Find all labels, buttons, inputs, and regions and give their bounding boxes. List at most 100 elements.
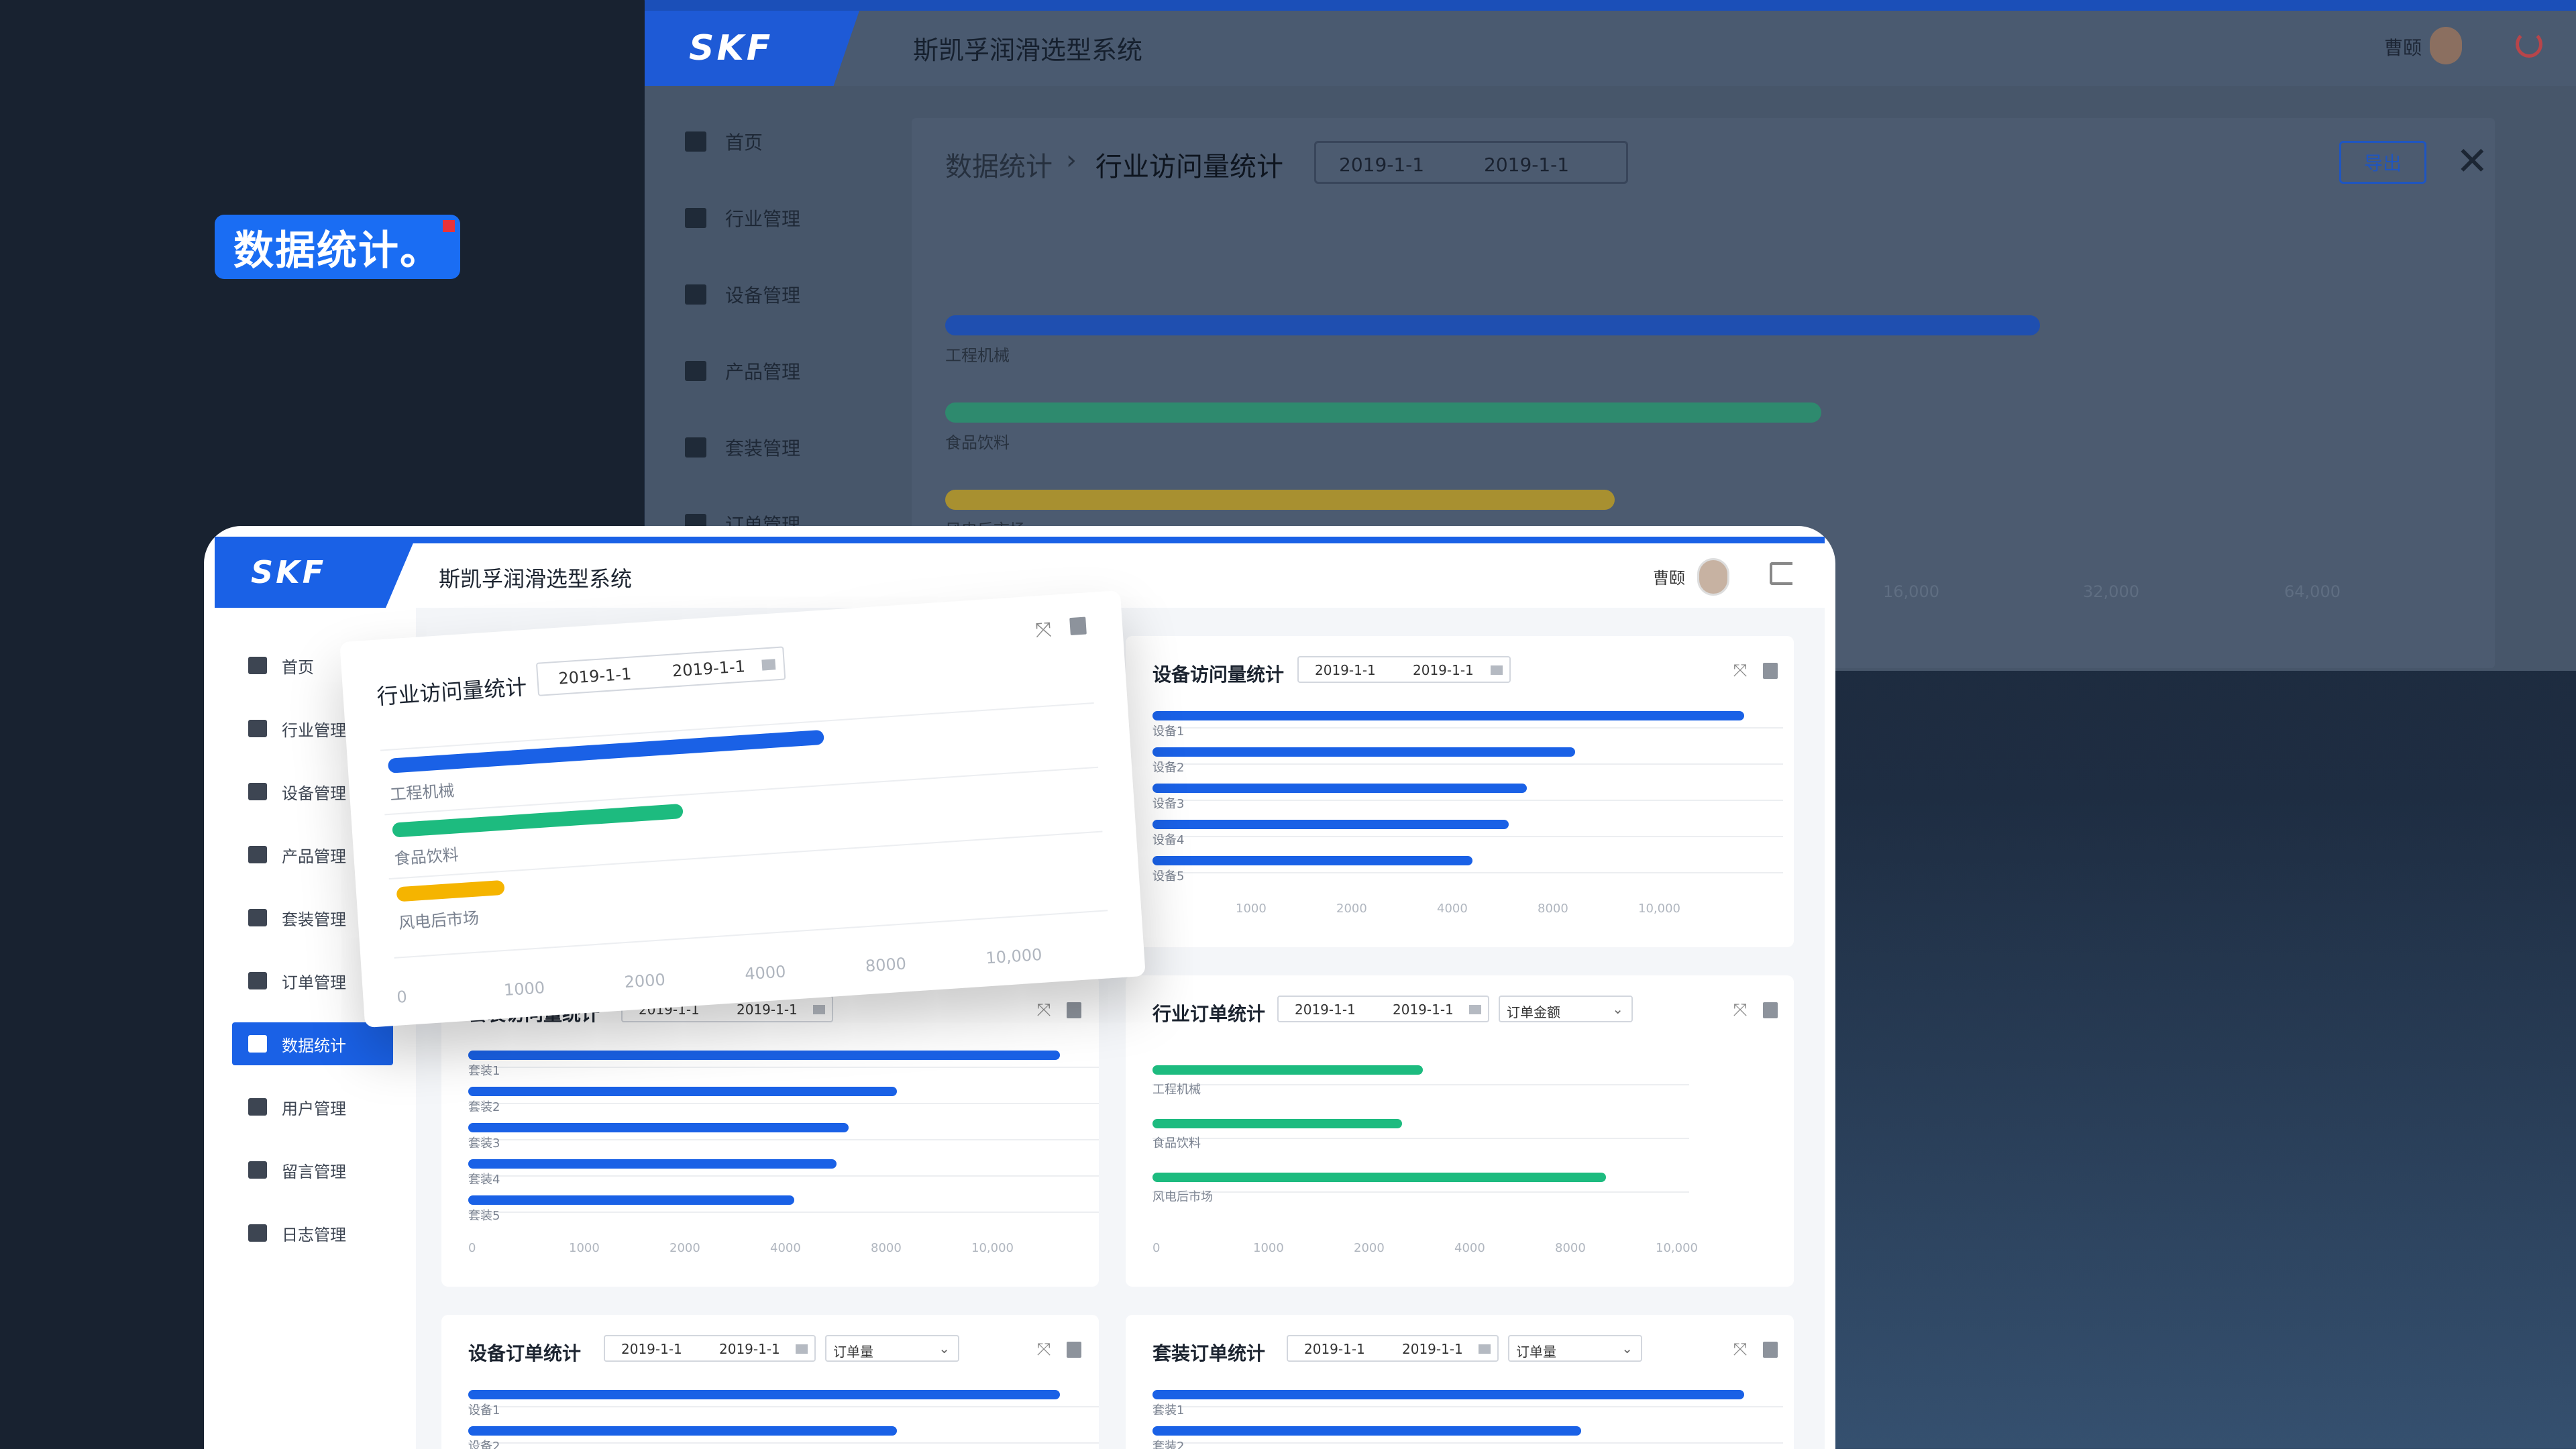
- bar-label: 套装4: [468, 1173, 500, 1187]
- chevron-down-icon: ⌄: [1621, 1340, 1633, 1356]
- sidebar-item-label: 设备管理: [282, 784, 346, 803]
- axis-tick: 8000: [1555, 1241, 1586, 1255]
- app-title: 斯凯孚润滑选型系统: [439, 566, 633, 592]
- axis-tick: 4000: [744, 962, 787, 984]
- date-range-picker[interactable]: 2019-1-1 2019-1-1: [1314, 141, 1628, 184]
- date-range-picker[interactable]: 2019-1-1 2019-1-1: [1297, 656, 1511, 683]
- box-icon: [685, 361, 706, 381]
- sidebar-item-label: 订单管理: [282, 973, 346, 992]
- sidebar-item[interactable]: 留言管理: [232, 1148, 393, 1191]
- fullscreen-icon[interactable]: ⤧: [1036, 1002, 1052, 1019]
- user-name: 曹颐: [1653, 569, 1685, 588]
- calendar-icon: [796, 1344, 808, 1354]
- export-icon[interactable]: [1067, 1342, 1081, 1358]
- sidebar-item-label: 设备管理: [725, 284, 801, 307]
- fullscreen-icon[interactable]: ⤧: [1732, 662, 1748, 680]
- axis-tick: 8000: [871, 1241, 902, 1255]
- date-range-picker[interactable]: 2019-1-1 2019-1-1: [1277, 996, 1489, 1022]
- date-end: 2019-1-1: [1484, 154, 1570, 176]
- axis-tick: 0: [468, 1241, 476, 1255]
- skf-logo: SKF: [645, 11, 859, 86]
- bar: [392, 803, 684, 838]
- breadcrumb-parent[interactable]: 数据统计: [945, 145, 1053, 184]
- bar-chart-icon: [248, 1035, 267, 1053]
- sidebar-item-label: 首页: [282, 657, 314, 677]
- bar: [387, 729, 824, 773]
- grid-line: [1152, 800, 1783, 801]
- grid-line: [1152, 1442, 1783, 1444]
- bar-label: 风电后市场: [398, 908, 480, 933]
- bar-label: 套装1: [1152, 1403, 1185, 1417]
- grid-line: [468, 1406, 1099, 1407]
- sidebar-item-label: 数据统计: [282, 1036, 346, 1055]
- avatar[interactable]: [2430, 27, 2462, 64]
- export-icon[interactable]: [1763, 1002, 1778, 1018]
- sidebar-item-label: 用户管理: [282, 1099, 346, 1118]
- sidebar-item[interactable]: 产品管理: [685, 354, 800, 388]
- bar: [1152, 1426, 1581, 1436]
- axis-tick: 10,000: [1656, 1241, 1698, 1255]
- axis-tick: 10,000: [971, 1241, 1014, 1255]
- chart-card-industry-orders: 行业订单统计 2019-1-1 2019-1-1 订单金额 ⌄ ⤧ 工程机械 食品…: [1126, 975, 1794, 1287]
- calendar-icon: [1469, 1005, 1481, 1014]
- export-icon[interactable]: [1067, 1002, 1081, 1018]
- bar-label: 食品饮料: [945, 433, 1010, 452]
- chart-card-package-orders: 套装订单统计 2019-1-1 2019-1-1 订单量 ⌄ ⤧ 套装1 套装2: [1126, 1315, 1794, 1449]
- box-icon: [248, 846, 267, 863]
- card-title: 套装订单统计: [1152, 1342, 1266, 1364]
- axis-tick: 16,000: [1883, 582, 1939, 601]
- fullscreen-icon[interactable]: ⤧: [1036, 1341, 1052, 1358]
- date-start: 2019-1-1: [1339, 154, 1425, 176]
- chart-card-industry-visits: 行业访问量统计 2019-1-1 2019-1-1 ⤧ 工程机械 食品饮料 风电后市…: [339, 590, 1146, 1028]
- axis-tick: 10,000: [1638, 902, 1680, 916]
- bar-label: 套装2: [1152, 1440, 1185, 1449]
- server-icon: [685, 284, 706, 305]
- sidebar-item[interactable]: 设备管理: [685, 278, 800, 311]
- sidebar-item-label: 首页: [725, 131, 763, 154]
- export-icon[interactable]: [1763, 663, 1778, 679]
- grid-line: [1152, 872, 1783, 873]
- card-title: 设备订单统计: [468, 1342, 582, 1364]
- sidebar-item[interactable]: 日志管理: [232, 1212, 393, 1254]
- bar-label: 设备2: [468, 1440, 500, 1449]
- sidebar-item[interactable]: 数据统计: [232, 1022, 393, 1065]
- briefcase-icon: [248, 720, 267, 737]
- card-title: 设备访问量统计: [1152, 663, 1285, 686]
- bar-label: 食品饮料: [393, 845, 460, 869]
- axis-tick: 8000: [865, 954, 907, 976]
- export-icon[interactable]: [1763, 1342, 1778, 1358]
- sidebar-item[interactable]: 首页: [685, 125, 763, 158]
- briefcase-icon: [685, 208, 706, 228]
- server-icon: [248, 783, 267, 800]
- bar: [945, 490, 1615, 510]
- bar: [1152, 1065, 1423, 1075]
- bar: [468, 1087, 897, 1096]
- axis-tick: 64,000: [2284, 582, 2341, 601]
- sidebar-item[interactable]: 行业管理: [685, 201, 800, 235]
- export-icon[interactable]: [1069, 616, 1087, 636]
- logout-icon[interactable]: [1770, 562, 1792, 585]
- sidebar-item[interactable]: 用户管理: [232, 1085, 393, 1128]
- chevron-down-icon: ⌄: [938, 1340, 950, 1356]
- grid-line: [468, 1103, 1099, 1104]
- avatar[interactable]: [1697, 558, 1729, 596]
- export-label: 导出: [2363, 152, 2402, 174]
- sidebar-item-label: 套装管理: [725, 437, 801, 460]
- axis-tick: 0: [396, 987, 408, 1007]
- date-range-picker[interactable]: 2019-1-1 2019-1-1: [1287, 1335, 1499, 1362]
- axis-tick: 1000: [503, 978, 545, 1000]
- date-range-picker[interactable]: 2019-1-1 2019-1-1: [535, 646, 786, 696]
- fullscreen-icon[interactable]: ⤧: [1034, 618, 1052, 643]
- bar-label: 风电后市场: [1152, 1190, 1213, 1204]
- export-button[interactable]: 导出: [2339, 141, 2426, 184]
- close-icon[interactable]: ✕: [2456, 138, 2489, 184]
- date-range-picker[interactable]: 2019-1-1 2019-1-1: [604, 1335, 816, 1362]
- metric-select[interactable]: 订单量 ⌄: [1508, 1335, 1642, 1362]
- metric-select[interactable]: 订单量 ⌄: [825, 1335, 959, 1362]
- sidebar-item[interactable]: 套装管理: [685, 431, 800, 464]
- metric-select[interactable]: 订单金额 ⌄: [1499, 996, 1633, 1022]
- sidebar-item-label: 日志管理: [282, 1225, 346, 1244]
- fullscreen-icon[interactable]: ⤧: [1732, 1002, 1748, 1019]
- power-icon[interactable]: [2516, 31, 2542, 58]
- fullscreen-icon[interactable]: ⤧: [1732, 1341, 1748, 1358]
